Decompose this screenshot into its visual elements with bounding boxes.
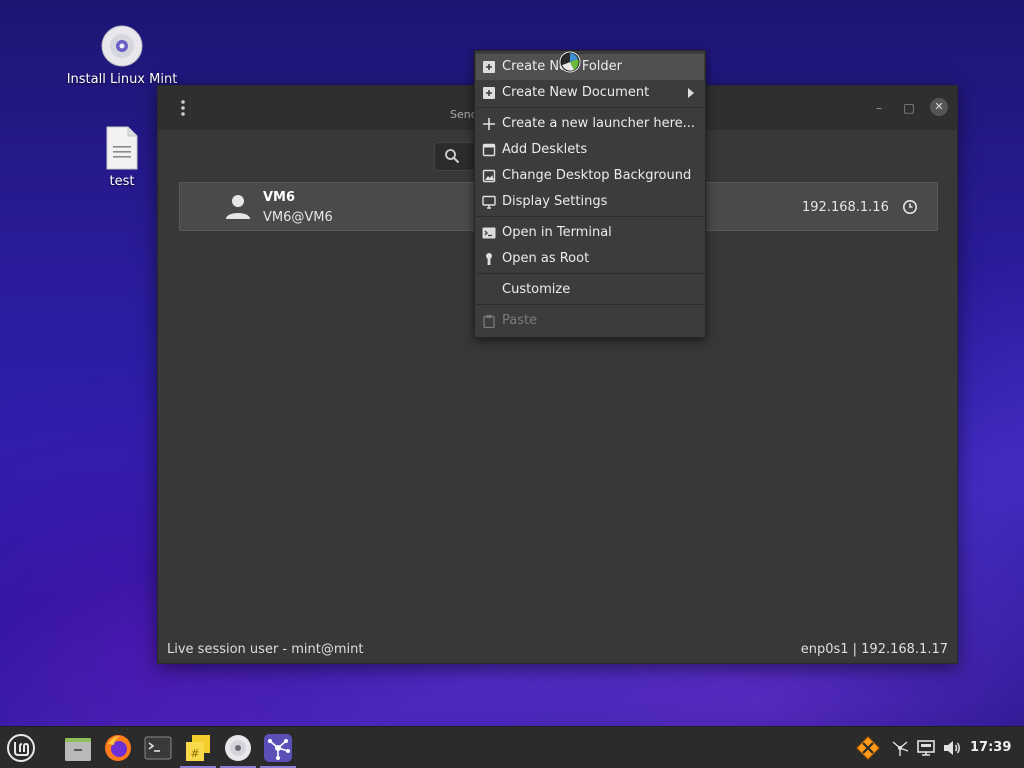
minimize-button[interactable]: – — [870, 99, 888, 117]
network-icon[interactable] — [916, 738, 936, 758]
desktop-context-menu: Create New Folder Create New Document Cr… — [474, 50, 706, 338]
svg-text:#: # — [190, 747, 199, 760]
new-folder-icon — [483, 61, 495, 73]
menu-separator — [476, 216, 704, 217]
menu-item-label: Open as Root — [502, 251, 590, 266]
busy-cursor-icon — [559, 51, 581, 73]
menu-item-add-desklets[interactable]: Add Desklets — [476, 137, 704, 163]
warpinator-icon[interactable] — [262, 732, 294, 764]
status-user: Live session user - mint@mint — [167, 642, 364, 657]
disc-icon[interactable] — [222, 732, 254, 764]
menu-item-label: Customize — [502, 282, 571, 297]
volume-icon[interactable] — [942, 738, 962, 758]
taskbar: # 17:39 — [0, 726, 1024, 768]
clock[interactable]: 17:39 — [970, 740, 1011, 755]
file-manager-icon[interactable] — [62, 732, 94, 764]
menu-item-label: Change Desktop Background — [502, 168, 692, 183]
network-share-icon[interactable] — [890, 738, 910, 758]
menu-item-label: Add Desklets — [502, 142, 588, 157]
menu-dots-icon[interactable] — [178, 99, 188, 117]
maximize-button[interactable]: □ — [900, 99, 918, 117]
menu-item-create-launcher[interactable]: Create a new launcher here... — [476, 111, 704, 137]
search-icon — [445, 149, 460, 164]
root-icon — [486, 253, 492, 265]
new-document-icon — [483, 87, 495, 99]
menu-item-paste: Paste — [476, 308, 704, 334]
menu-item-create-new-folder[interactable]: Create New Folder — [476, 54, 704, 80]
menu-item-open-terminal[interactable]: Open in Terminal — [476, 220, 704, 246]
menu-item-open-as-root[interactable]: Open as Root — [476, 246, 704, 272]
menu-separator — [476, 107, 704, 108]
menu-item-customize[interactable]: Customize — [476, 277, 704, 303]
clock-icon — [903, 200, 917, 214]
plus-icon — [483, 118, 495, 130]
menu-item-display-settings[interactable]: Display Settings — [476, 189, 704, 215]
peer-name: VM6 — [263, 190, 296, 205]
desklet-icon — [482, 143, 496, 157]
menu-item-label: Create New Document — [502, 85, 650, 100]
menu-item-create-new-document[interactable]: Create New Document — [476, 80, 704, 106]
notes-icon[interactable]: # — [182, 732, 214, 764]
status-network: enp0s1 | 192.168.1.17 — [800, 642, 948, 657]
terminal-icon — [482, 227, 496, 239]
desktop[interactable]: Install Linux Mint test Send – □ ✕ VM6 V… — [0, 0, 1024, 768]
peer-ip: 192.168.1.16 — [802, 200, 889, 215]
menu-item-label: Create a new launcher here... — [502, 116, 696, 131]
terminal-icon[interactable] — [142, 732, 174, 764]
monitor-icon — [482, 195, 496, 209]
mint-menu-icon[interactable] — [5, 732, 37, 764]
peer-host: VM6@VM6 — [263, 210, 333, 225]
menu-separator — [476, 273, 704, 274]
close-button[interactable]: ✕ — [930, 98, 948, 116]
update-icon[interactable] — [856, 736, 880, 760]
menu-separator — [476, 304, 704, 305]
desktop-icon-install-linux-mint[interactable]: Install Linux Mint — [62, 24, 182, 87]
submenu-arrow-icon — [688, 88, 694, 98]
menu-item-label: Open in Terminal — [502, 225, 612, 240]
menu-item-label: Display Settings — [502, 194, 608, 209]
menu-item-label: Paste — [502, 313, 538, 328]
user-avatar-icon — [226, 195, 250, 219]
disc-icon — [101, 25, 143, 67]
clipboard-icon — [483, 315, 495, 328]
menu-item-change-background[interactable]: Change Desktop Background — [476, 163, 704, 189]
image-icon — [482, 169, 496, 183]
firefox-icon[interactable] — [102, 732, 134, 764]
text-file-icon — [106, 126, 138, 170]
